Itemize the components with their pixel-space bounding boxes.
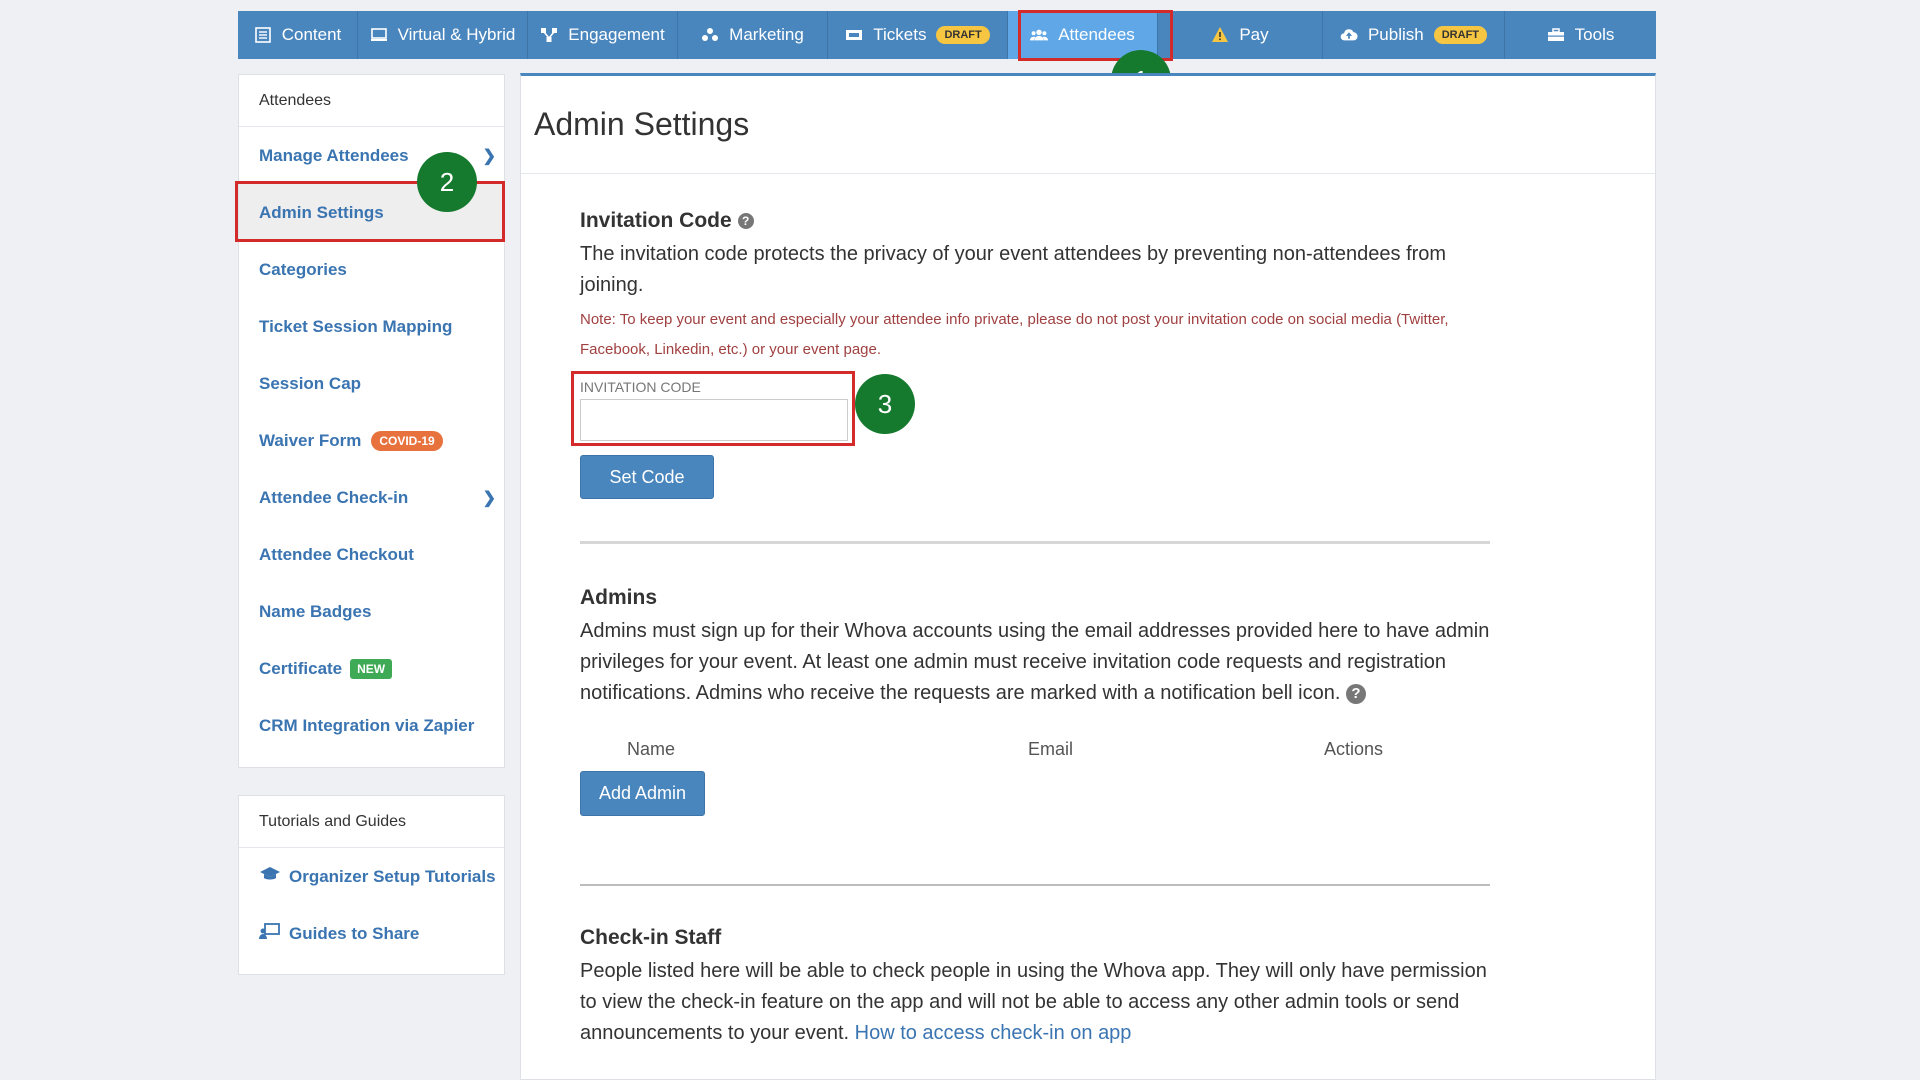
content-icon [254, 26, 272, 44]
marketing-icon [701, 26, 719, 44]
set-code-button[interactable]: Set Code [580, 455, 714, 499]
invitation-code-input[interactable] [580, 399, 848, 441]
nav-tab-marketing[interactable]: Marketing [678, 11, 828, 59]
draft-badge: DRAFT [936, 26, 990, 44]
help-icon[interactable]: ? [1345, 683, 1366, 704]
cloud-upload-icon [1340, 26, 1358, 44]
sidebar-item-label: Session Cap [259, 373, 362, 393]
sidebar-item-organizer-setup-tutorials[interactable]: Organizer Setup Tutorials [239, 848, 504, 905]
nav-tab-publish[interactable]: Publish DRAFT [1323, 11, 1505, 59]
sidebar-item-label: Guides to Share [289, 923, 420, 943]
sidebar-item-waiver-form[interactable]: Waiver Form COVID-19 [239, 412, 504, 469]
sidebar-item-ticket-session-mapping[interactable]: Ticket Session Mapping [239, 298, 504, 355]
users-icon [1030, 26, 1049, 44]
section-title: Check-in Staff [580, 926, 722, 949]
sidebar-item-label: CRM Integration via Zapier [259, 715, 475, 735]
sidebar-item-label: Waiver Form [259, 430, 362, 450]
nav-tab-label: Tools [1574, 25, 1615, 44]
nav-tab-virtual-hybrid[interactable]: Virtual & Hybrid [358, 11, 528, 59]
sidebar-header: Attendees [239, 75, 504, 127]
page-title: Admin Settings [521, 76, 1655, 174]
sidebar-item-session-cap[interactable]: Session Cap [239, 355, 504, 412]
sidebar-item-guides-to-share[interactable]: Guides to Share [239, 905, 504, 962]
covid-badge: COVID-19 [371, 430, 443, 451]
engagement-icon [540, 26, 558, 44]
sidebar-item-label: Organizer Setup Tutorials [289, 866, 496, 886]
invitation-code-label: INVITATION CODE [580, 379, 701, 395]
sidebar-item-label: Manage Attendees [259, 145, 409, 165]
nav-tab-label: Tickets [873, 25, 927, 44]
section-title: Invitation Code [580, 209, 732, 232]
column-actions: Actions [1324, 739, 1384, 759]
section-divider [580, 884, 1490, 886]
main-panel: Admin Settings Invitation Code ? The inv… [520, 73, 1656, 1080]
presentation-icon [259, 922, 281, 945]
sidebar-item-label: Name Badges [259, 601, 372, 621]
sidebar-item-label: Categories [259, 259, 347, 279]
draft-badge: DRAFT [1433, 26, 1488, 44]
tutorials-sidebar: Tutorials and Guides Organizer Setup Tut… [238, 795, 505, 975]
sidebar-item-certificate[interactable]: Certificate NEW [239, 640, 504, 697]
sidebar-item-label: Certificate [259, 658, 343, 678]
add-admin-button[interactable]: Add Admin [580, 771, 705, 816]
invitation-note: Note: To keep your event and especially … [580, 311, 1449, 358]
section-title: Admins [580, 586, 658, 609]
sidebar-item-label: Admin Settings [259, 202, 384, 222]
nav-tab-label: Publish [1367, 25, 1424, 44]
monitor-icon [370, 26, 388, 44]
invitation-code-section: Invitation Code ? The invitation code pr… [580, 209, 1490, 499]
sidebar-item-label: Ticket Session Mapping [259, 316, 453, 336]
admins-section: Admins Admins must sign up for their Who… [580, 586, 1490, 816]
nav-tab-label: Marketing [729, 25, 804, 44]
section-divider [580, 541, 1490, 544]
sidebar-item-attendee-check-in[interactable]: Attendee Check-in ❯ [239, 469, 504, 526]
step-marker-2: 2 [417, 152, 477, 212]
sidebar-item-crm-integration[interactable]: CRM Integration via Zapier [239, 697, 504, 754]
tutorials-header: Tutorials and Guides [239, 796, 504, 848]
nav-tab-engagement[interactable]: Engagement [528, 11, 678, 59]
nav-tab-label: Virtual & Hybrid [397, 25, 516, 44]
top-nav: Content Virtual & Hybrid Engagement Mark… [238, 11, 1656, 59]
new-badge: NEW [350, 658, 393, 679]
column-name: Name [627, 739, 676, 759]
invitation-description: The invitation code protects the privacy… [580, 243, 1447, 296]
help-icon[interactable]: ? [737, 213, 754, 229]
nav-tab-tickets[interactable]: Tickets DRAFT [828, 11, 1008, 59]
nav-tab-tools[interactable]: Tools [1505, 11, 1656, 59]
sidebar-item-attendee-checkout[interactable]: Attendee Checkout [239, 526, 504, 583]
step-marker-3: 3 [855, 374, 915, 434]
check-in-staff-section: Check-in Staff People listed here will b… [580, 926, 1490, 1049]
sidebar-item-label: Attendee Checkout [259, 544, 414, 564]
nav-tab-label: Engagement [568, 25, 665, 44]
sidebar-item-label: Attendee Check-in [259, 487, 409, 507]
column-email: Email [1028, 739, 1074, 759]
warning-icon [1211, 26, 1229, 44]
check-in-help-link[interactable]: How to access check-in on app [855, 1022, 1132, 1044]
nav-tab-label: Content [281, 25, 342, 44]
toolbox-icon [1547, 26, 1565, 44]
sidebar-item-categories[interactable]: Categories [239, 241, 504, 298]
chevron-right-icon: ❯ [482, 147, 496, 165]
graduation-cap-icon [259, 865, 281, 888]
admins-table-header: Name Email Actions [580, 739, 1490, 761]
nav-tab-content[interactable]: Content [238, 11, 358, 59]
nav-tab-label: Attendees [1058, 25, 1135, 44]
sidebar-item-name-badges[interactable]: Name Badges [239, 583, 504, 640]
nav-tab-pay[interactable]: Pay [1158, 11, 1323, 59]
ticket-icon [845, 26, 863, 44]
nav-tab-label: Pay [1239, 25, 1269, 44]
chevron-right-icon: ❯ [482, 489, 496, 507]
